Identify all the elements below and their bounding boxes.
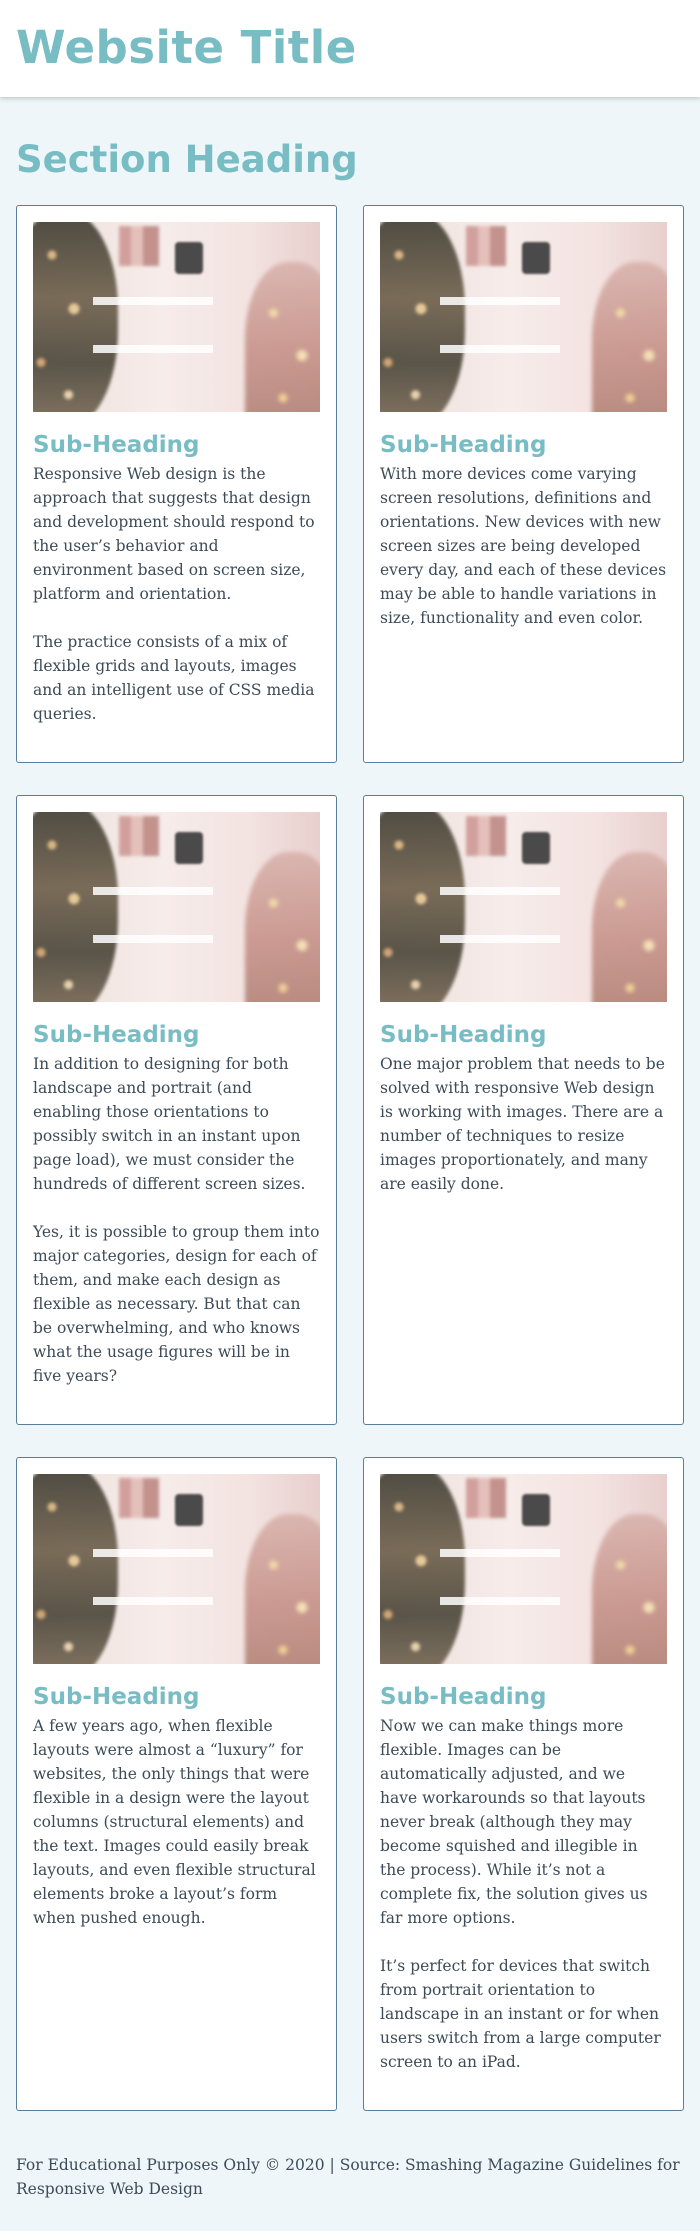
- card-image: [380, 1474, 667, 1664]
- card-sub-heading: Sub-Heading: [33, 1022, 200, 1048]
- section-heading: Section Heading: [16, 138, 358, 181]
- card: Sub-Heading Responsive Web design is the…: [16, 205, 337, 763]
- card-paragraph: Now we can make things more flexible. Im…: [380, 1717, 648, 1927]
- card-paragraph: Yes, it is possible to group them into m…: [33, 1223, 320, 1385]
- card-sub-heading: Sub-Heading: [33, 432, 200, 458]
- card-image: [33, 222, 320, 412]
- card-image: [380, 222, 667, 412]
- card-paragraph: With more devices come varying screen re…: [380, 465, 667, 627]
- card: Sub-Heading In addition to designing for…: [16, 795, 337, 1425]
- site-footer: For Educational Purposes Only © 2020 | S…: [0, 2111, 700, 2231]
- card-sub-heading: Sub-Heading: [33, 1684, 200, 1710]
- card-sub-heading: Sub-Heading: [380, 1684, 547, 1710]
- card-paragraph: In addition to designing for both landsc…: [33, 1055, 306, 1193]
- card-sub-heading: Sub-Heading: [380, 1022, 547, 1048]
- card-paragraph: It’s perfect for devices that switch fro…: [380, 1957, 661, 2071]
- site-header: Website Title: [0, 0, 700, 97]
- card-paragraph: The practice consists of a mix of flexib…: [33, 633, 315, 723]
- card: Sub-Heading Now we can make things more …: [363, 1457, 684, 2111]
- card-image: [33, 812, 320, 1002]
- card-sub-heading: Sub-Heading: [380, 432, 547, 458]
- card: Sub-Heading A few years ago, when flexib…: [16, 1457, 337, 2111]
- card-paragraph: A few years ago, when flexible layouts w…: [33, 1717, 316, 1927]
- card-paragraph: Responsive Web design is the approach th…: [33, 465, 315, 603]
- card-image: [380, 812, 667, 1002]
- footer-text: For Educational Purposes Only © 2020 | S…: [16, 2156, 680, 2198]
- card: Sub-Heading With more devices come varyi…: [363, 205, 684, 763]
- card-grid: Sub-Heading Responsive Web design is the…: [16, 205, 684, 2111]
- site-title: Website Title: [16, 21, 357, 74]
- card-image: [33, 1474, 320, 1664]
- card-paragraph: One major problem that needs to be solve…: [380, 1055, 665, 1193]
- card: Sub-Heading One major problem that needs…: [363, 795, 684, 1425]
- main-content: Section Heading Sub-Heading Responsive W…: [0, 97, 700, 2111]
